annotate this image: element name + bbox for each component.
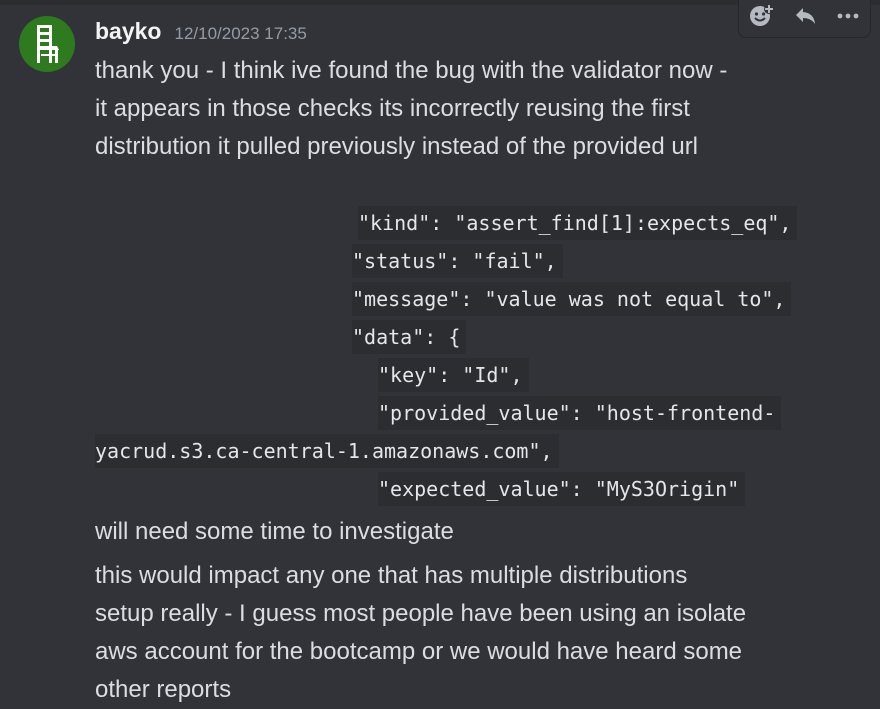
- message-line: aws account for the bootcamp or we would…: [95, 638, 743, 665]
- message-line: it appears in those checks its incorrect…: [95, 95, 690, 122]
- reply-button[interactable]: [783, 0, 827, 37]
- message-line: setup really - I guess most people have …: [95, 600, 747, 627]
- message-line: will need some time to investigate: [95, 518, 454, 545]
- chat-message: bayko 12/10/2023 17:35 thank you - I thi…: [0, 0, 880, 707]
- code-line: "kind": "assert_find[1]:expects_eq",: [358, 206, 798, 240]
- code-line: "provided_value": "host-frontend-: [378, 396, 782, 430]
- username[interactable]: bayko: [95, 18, 161, 45]
- add-reaction-button[interactable]: [739, 0, 783, 37]
- code-line: "data": {: [352, 320, 467, 354]
- more-button[interactable]: [826, 0, 870, 37]
- message-body: thank you - I think ive found the bug wi…: [95, 52, 855, 166]
- code-line: "key": "Id",: [378, 358, 529, 392]
- message-header: bayko 12/10/2023 17:35: [95, 18, 307, 50]
- chair-icon: [37, 25, 59, 63]
- code-line: "message": "value was not equal to",: [352, 282, 792, 316]
- message-line: thank you - I think ive found the bug wi…: [95, 57, 728, 84]
- message-followup: this would impact any one that has multi…: [95, 557, 855, 709]
- message-line: distribution it pulled previously instea…: [95, 133, 699, 160]
- message-line: other reports: [95, 676, 232, 703]
- avatar[interactable]: [19, 16, 75, 72]
- message-line: this would impact any one that has multi…: [95, 562, 688, 589]
- message-followup: will need some time to investigate: [95, 513, 855, 551]
- timestamp[interactable]: 12/10/2023 17:35: [174, 24, 306, 44]
- code-line: "expected_value": "MyS3Origin": [378, 472, 746, 506]
- code-line: yacrud.s3.ca-central-1.amazonaws.com",: [95, 434, 559, 468]
- message-toolbar: [738, 0, 871, 38]
- reply-icon: [795, 8, 815, 24]
- more-icon: [837, 13, 859, 19]
- code-line: "status": "fail",: [352, 244, 563, 278]
- add-reaction-icon: [749, 4, 774, 26]
